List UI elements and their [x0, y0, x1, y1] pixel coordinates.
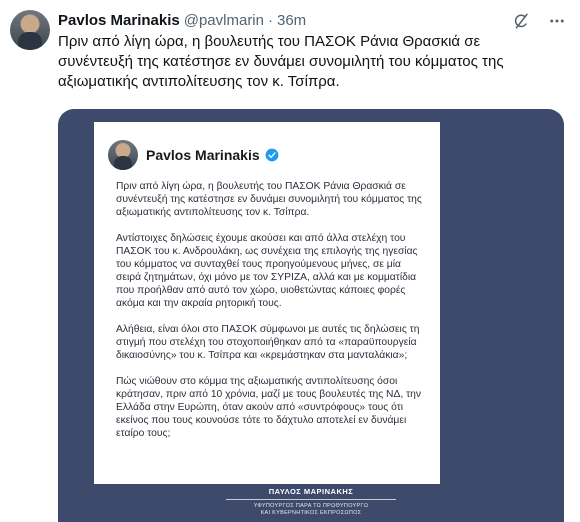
tweet-header: Pavlos Marinakis @pavlmarin · 36m	[58, 10, 306, 30]
tweet[interactable]: Pavlos Marinakis @pavlmarin · 36m Πριν α…	[0, 0, 580, 522]
card-paragraph: Αλήθεια, είναι όλοι στο ΠΑΣΟΚ σύμφωνοι μ…	[116, 324, 420, 361]
author-handle[interactable]: @pavlmarin	[184, 12, 264, 29]
tweet-text: Πριν από λίγη ώρα, η βουλευτής του ΠΑΣΟΚ…	[58, 33, 504, 90]
card-author: Pavlos Marinakis	[146, 147, 279, 163]
verified-badge-icon	[265, 148, 279, 162]
card-author-name: Pavlos Marinakis	[146, 147, 260, 163]
header-separator: ·	[268, 11, 273, 29]
footer-name: ΠΑΥΛΟΣ ΜΑΡΙΝΑΚΗΣ	[268, 487, 354, 496]
card-paragraph: Πριν από λίγη ώρα, η βουλευτής του ΠΑΣΟΚ…	[116, 181, 422, 218]
tweet-timestamp[interactable]: 36m	[277, 12, 306, 29]
grok-icon[interactable]	[512, 12, 530, 30]
footer-divider	[226, 499, 396, 500]
author-avatar[interactable]	[10, 10, 50, 50]
tweet-image[interactable]: Pavlos Marinakis Πριν από λίγη ώρα, η βο…	[58, 109, 564, 522]
card-body: Πριν από λίγη ώρα, η βουλευτής του ΠΑΣΟΚ…	[116, 180, 426, 453]
statement-card: Pavlos Marinakis Πριν από λίγη ώρα, η βο…	[94, 122, 440, 484]
card-avatar	[108, 140, 138, 170]
tweet-actions-top	[512, 12, 566, 30]
author-name[interactable]: Pavlos Marinakis	[58, 12, 180, 29]
card-paragraph: Αντίστοιχες δηλώσεις έχουμε ακούσει και …	[116, 233, 418, 309]
footer-role-line: ΚΑΙ ΚΥΒΕΡΝΗΤΙΚΟΣ ΕΚΠΡΟΣΩΠΟΣ	[260, 510, 362, 516]
footer-role-line: ΥΦΥΠΟΥΡΓΟΣ ΠΑΡΑ ΤΩ ΠΡΩΘΥΠΟΥΡΓΩ	[253, 503, 369, 509]
more-options-icon[interactable]	[548, 12, 566, 30]
card-paragraph: Πώς νιώθουν στο κόμμα της αξιωματικής αν…	[116, 376, 422, 439]
image-footer: ΠΑΥΛΟΣ ΜΑΡΙΝΑΚΗΣ ΥΦΥΠΟΥΡΓΟΣ ΠΑΡΑ ΤΩ ΠΡΩΘ…	[58, 487, 564, 517]
